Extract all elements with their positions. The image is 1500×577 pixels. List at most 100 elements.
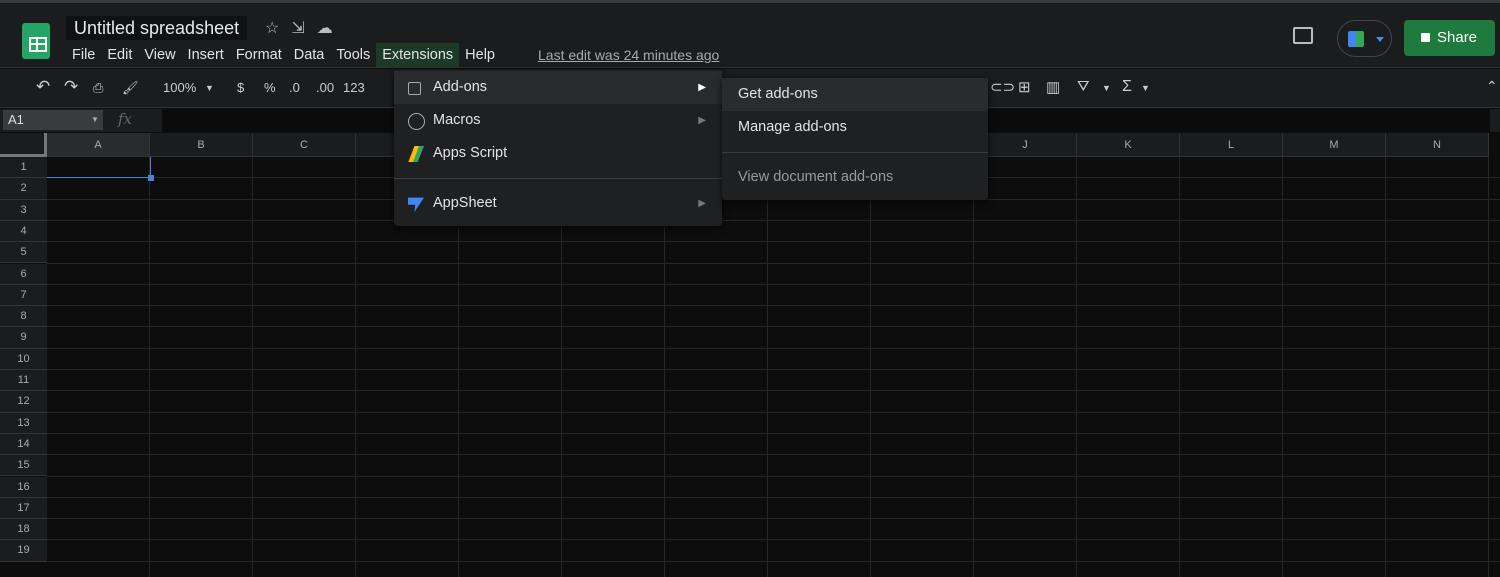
percent-button[interactable]: % (264, 80, 276, 95)
sheets-logo-icon[interactable] (22, 23, 50, 59)
column-header[interactable]: C (253, 133, 356, 157)
zoom-dropdown-icon[interactable]: ▼ (205, 83, 214, 93)
row-header[interactable]: 5 (0, 242, 47, 264)
row-gridline (47, 518, 1500, 520)
redo-icon[interactable]: ↷ (64, 77, 78, 97)
appsheet-icon (408, 197, 424, 212)
menu-bar: File Edit View Insert Format Data Tools … (66, 43, 501, 67)
menu-format[interactable]: Format (230, 43, 288, 67)
row-header[interactable]: 1 (0, 157, 47, 179)
row-gridline (47, 411, 1500, 413)
menu-item-label: Add-ons (433, 79, 488, 95)
row-gridline (47, 262, 1500, 264)
chart-icon[interactable]: ▥ (1046, 78, 1060, 96)
menu-item-macros[interactable]: Macros ▶ (394, 104, 722, 137)
share-label: Share (1437, 29, 1478, 46)
increase-decimal-button[interactable]: .00 (316, 80, 334, 95)
functions-icon[interactable]: Σ (1122, 78, 1132, 96)
meet-icon (1348, 31, 1364, 47)
row-gridline (47, 496, 1500, 498)
top-bar: Untitled spreadsheet ☆ ⇲ ☁ File Edit Vie… (0, 0, 1500, 68)
row-header[interactable]: 11 (0, 370, 47, 392)
column-header[interactable]: N (1386, 133, 1489, 157)
row-gridline (47, 283, 1500, 285)
row-header[interactable]: 19 (0, 540, 47, 562)
menu-item-appsheet[interactable]: AppSheet ▶ (394, 187, 722, 220)
fill-handle[interactable] (148, 175, 154, 182)
column-header[interactable]: A (47, 133, 150, 157)
menu-insert[interactable]: Insert (182, 43, 230, 67)
filter-dropdown-icon[interactable]: ▼ (1102, 83, 1111, 93)
last-edit-link[interactable]: Last edit was 24 minutes ago (538, 47, 719, 63)
row-gridline (47, 475, 1500, 477)
filter-icon[interactable]: ⛛ (1077, 78, 1090, 95)
menu-item-add-ons[interactable]: Add-ons ▶ (394, 71, 722, 104)
decrease-decimal-button[interactable]: .0 (289, 80, 300, 95)
row-header[interactable]: 13 (0, 412, 47, 434)
menu-view[interactable]: View (138, 43, 181, 67)
zoom-select[interactable]: 100% (163, 80, 196, 95)
row-header[interactable]: 4 (0, 220, 47, 243)
menu-help[interactable]: Help (459, 43, 501, 67)
select-all-corner[interactable] (0, 133, 47, 157)
row-gridline (47, 369, 1500, 370)
row-header[interactable]: 12 (0, 391, 47, 413)
name-box[interactable]: A1 ▼ (3, 110, 103, 130)
submenu-arrow-icon: ▶ (698, 115, 706, 126)
column-header[interactable]: L (1180, 133, 1283, 157)
row-header[interactable]: 2 (0, 178, 47, 200)
undo-icon[interactable]: ↶ (36, 77, 50, 97)
document-title[interactable]: Untitled spreadsheet (66, 16, 248, 40)
row-gridline (47, 560, 1500, 562)
column-header[interactable]: K (1077, 133, 1180, 157)
menu-item-label: AppSheet (433, 195, 497, 211)
submenu-item-get-add-ons[interactable]: Get add-ons (722, 78, 988, 111)
menu-data[interactable]: Data (288, 43, 331, 67)
menu-file[interactable]: File (66, 43, 101, 67)
column-header[interactable]: J (974, 133, 1077, 157)
row-header[interactable]: 14 (0, 433, 47, 456)
move-folder-icon[interactable]: ⇲ (291, 18, 304, 38)
submenu-item-manage-add-ons[interactable]: Manage add-ons (722, 111, 988, 144)
row-header[interactable]: 16 (0, 476, 47, 498)
row-header[interactable]: 3 (0, 199, 47, 221)
row-header[interactable]: 6 (0, 263, 47, 285)
cloud-status-icon[interactable]: ☁ (317, 18, 333, 38)
row-header[interactable]: 15 (0, 455, 47, 477)
menu-edit[interactable]: Edit (101, 43, 138, 67)
row-gridline (47, 219, 1500, 221)
star-icon[interactable]: ☆ (265, 18, 279, 38)
menu-extensions[interactable]: Extensions (376, 43, 460, 67)
extensions-menu: Add-ons ▶ Macros ▶ Apps Script AppSheet … (394, 70, 722, 226)
comment-add-icon[interactable]: ⊞ (1018, 78, 1031, 96)
meet-button[interactable] (1337, 20, 1392, 57)
row-gridline (47, 432, 1500, 434)
name-box-dropdown-icon[interactable]: ▼ (91, 110, 99, 130)
paint-format-icon[interactable]: 🖌 (122, 80, 139, 96)
share-button[interactable]: Share (1404, 20, 1495, 56)
row-header[interactable]: 8 (0, 306, 47, 328)
selected-cell[interactable] (47, 157, 151, 179)
row-gridline (47, 454, 1500, 456)
row-header[interactable]: 7 (0, 284, 47, 307)
menu-tools[interactable]: Tools (330, 43, 376, 67)
functions-dropdown-icon[interactable]: ▼ (1141, 83, 1150, 93)
submenu-item-view-document-add-ons[interactable]: View document add-ons (722, 161, 988, 194)
row-gridline (47, 305, 1500, 307)
submenu-divider (722, 152, 988, 153)
row-header[interactable]: 18 (0, 519, 47, 541)
row-header[interactable]: 17 (0, 497, 47, 520)
menu-item-apps-script[interactable]: Apps Script (394, 137, 722, 170)
collapse-toolbar-icon[interactable]: ⌃ (1486, 78, 1498, 95)
currency-button[interactable]: $ (237, 80, 244, 95)
chevron-down-icon (1376, 37, 1384, 46)
print-icon[interactable]: ⎙ (93, 80, 103, 96)
link-icon[interactable]: ⊂⊃ (990, 78, 1015, 96)
row-header[interactable]: 10 (0, 348, 47, 370)
comments-icon[interactable] (1293, 27, 1313, 44)
column-header[interactable]: M (1283, 133, 1386, 157)
row-header[interactable]: 9 (0, 327, 47, 349)
column-header[interactable]: B (150, 133, 253, 157)
play-circle-icon (408, 113, 425, 130)
more-formats-button[interactable]: 123 (343, 80, 365, 95)
